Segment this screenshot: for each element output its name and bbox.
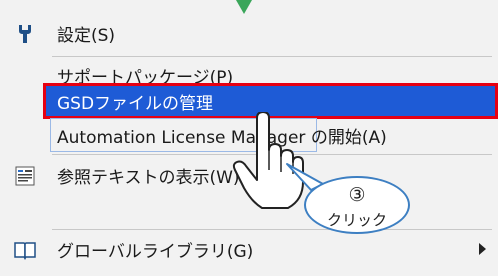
callout-step-number: ③ [348,184,366,206]
pointer-arrow-icon [236,0,252,14]
book-icon [14,239,36,261]
menu-item-label: 設定(S) [57,25,116,46]
callout-text: クリック [326,211,387,229]
text-document-icon [14,165,36,187]
menu-item-label: GSDファイルの管理 [57,93,214,114]
menu-item-label: グローバルライブラリ(G) [57,241,254,262]
menu-item-global-library[interactable]: グローバルライブラリ(G) [0,229,498,269]
menu-item-label: Automation License Manager の開始(A) [57,127,387,148]
menu-item-settings[interactable]: 設定(S) [0,13,498,53]
menu-separator [52,229,492,230]
submenu-arrow-icon [479,243,486,255]
click-callout: ③ クリック [304,176,410,234]
menu-item-label: 参照テキストの表示(W) [57,167,240,188]
wrench-icon [14,23,36,45]
